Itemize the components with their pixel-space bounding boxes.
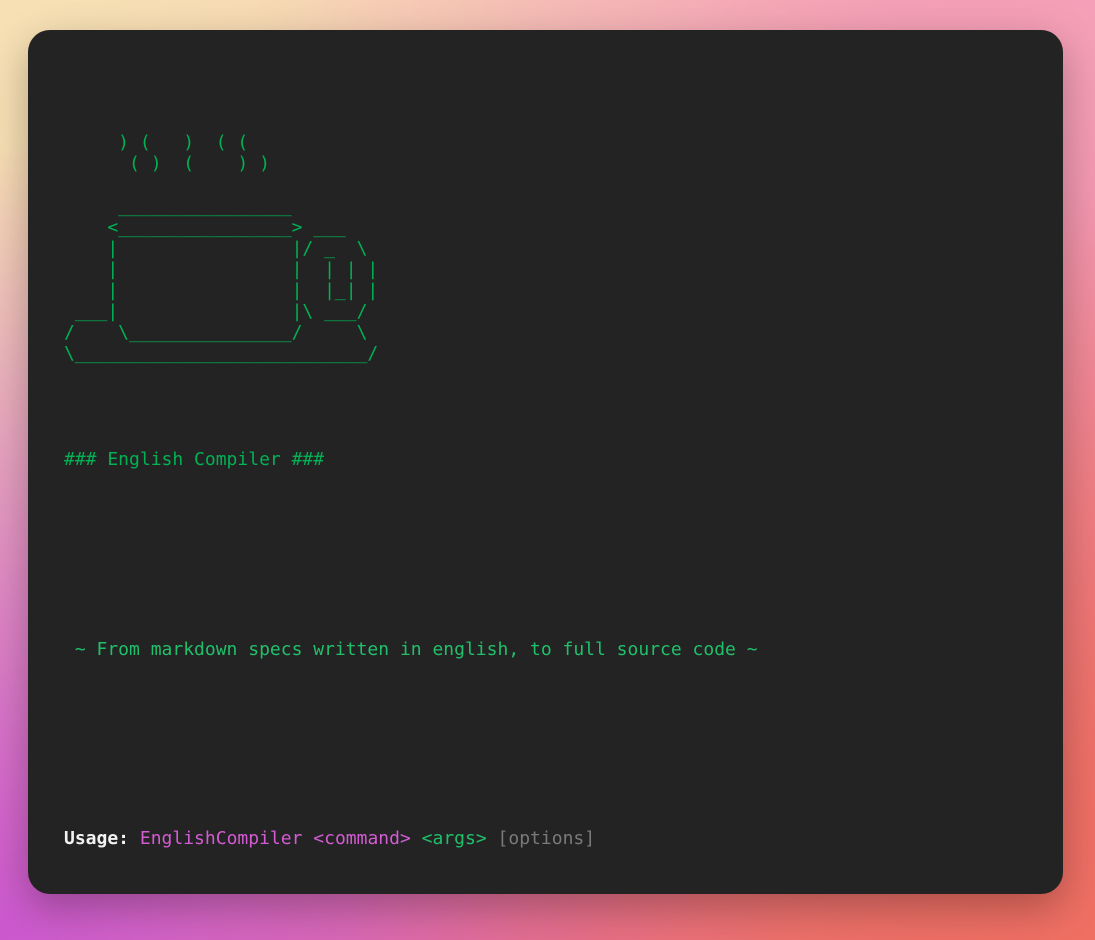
ascii-line-7: | | | | | — [64, 258, 379, 280]
banner-title: ### English Compiler ### — [64, 448, 325, 470]
usage-options-placeholder: [options] — [497, 828, 596, 850]
terminal-output: ) ( ) ( ( ( ) ( ) ) ________________ <__… — [28, 48, 1063, 894]
ascii-line-10: / \_______________/ \ — [64, 322, 368, 344]
usage-line: Usage: EnglishCompiler <command> <args> … — [64, 828, 1037, 849]
terminal-window[interactable]: ) ( ) ( ( ( ) ( ) ) ________________ <__… — [28, 30, 1063, 894]
usage-args-placeholder: <args> — [421, 828, 487, 850]
ascii-line-11: \___________________________/ — [64, 343, 379, 365]
desktop-background: ) ( ) ( ( ( ) ( ) ) ________________ <__… — [0, 0, 1095, 940]
ascii-line-8: | | |_| | — [64, 280, 379, 302]
coffee-mug-ascii-art: ) ( ) ( ( ( ) ( ) ) ________________ <__… — [64, 132, 1037, 364]
usage-command-placeholder: <command> — [313, 828, 411, 850]
banner-tagline: ~ From markdown specs written in english… — [64, 638, 758, 660]
usage-program: EnglishCompiler — [139, 828, 303, 850]
ascii-line-1: ) ( ) ( ( — [64, 132, 249, 154]
ascii-line-6: | |/ _ \ — [64, 237, 368, 259]
ascii-line-9: ___| |\ ___/ — [64, 301, 368, 323]
ascii-line-2: ( ) ( ) ) — [64, 153, 270, 175]
ascii-line-5: <________________> ___ — [64, 216, 346, 238]
usage-label: Usage: — [64, 828, 130, 850]
ascii-line-4: ________________ — [64, 195, 292, 217]
